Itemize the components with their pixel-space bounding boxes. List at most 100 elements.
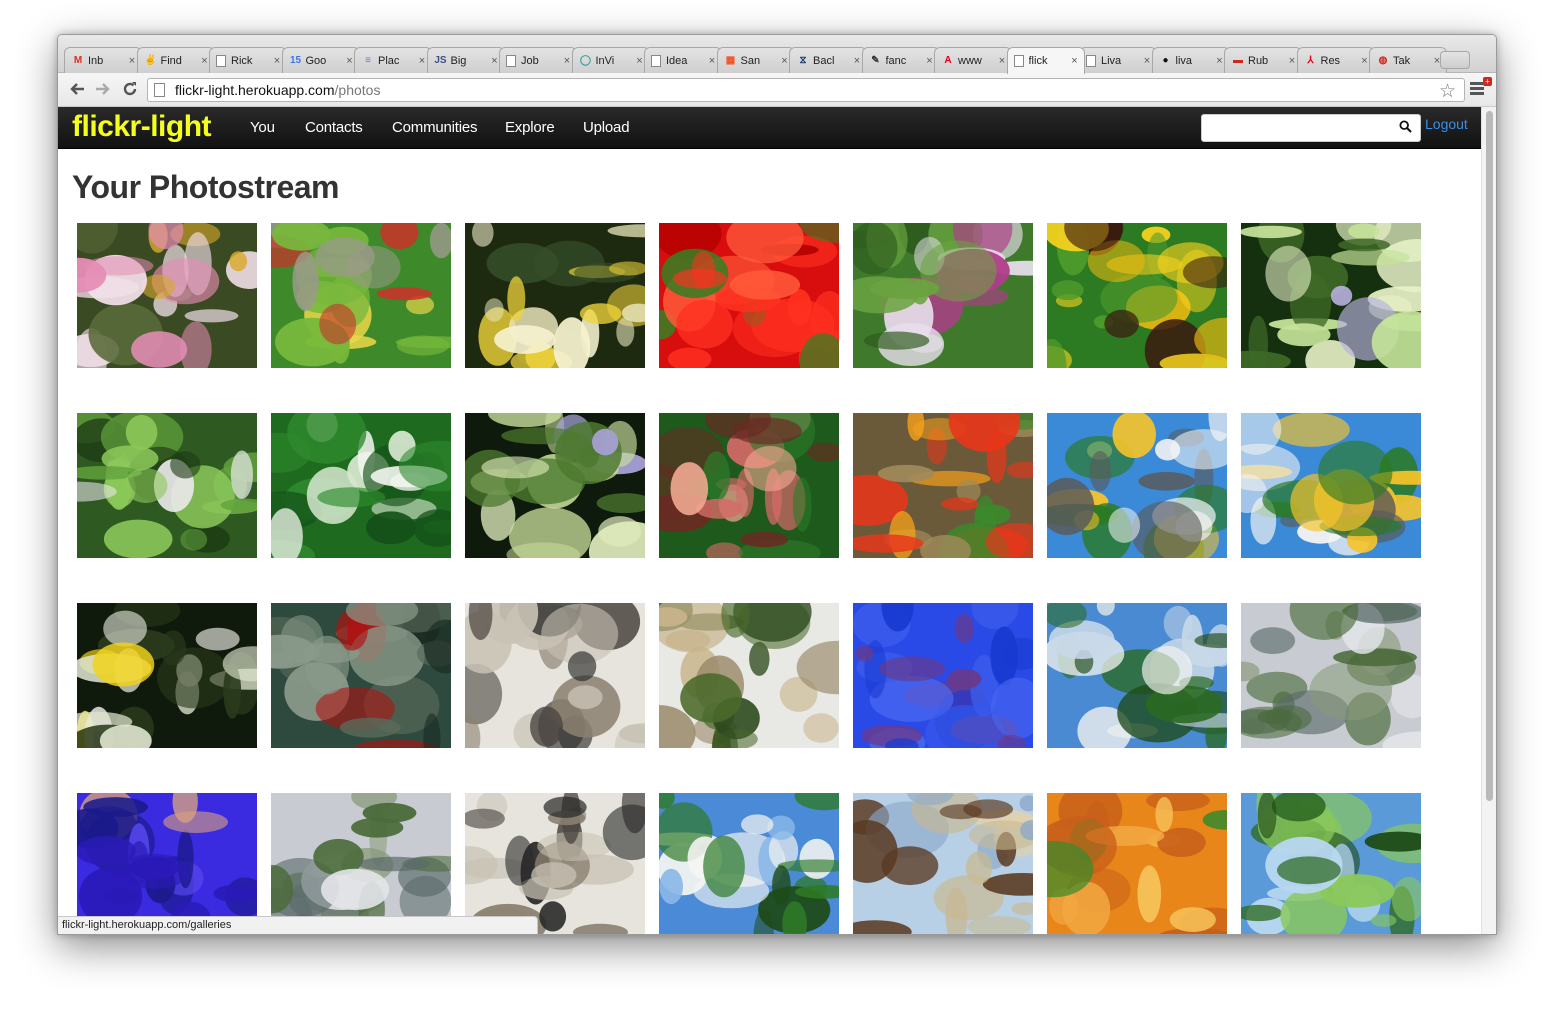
browser-menu-button[interactable]: +	[1470, 77, 1492, 100]
browser-tab[interactable]: ◍ Tak ×	[1369, 47, 1447, 73]
browser-tab[interactable]: JS Big ×	[426, 47, 505, 73]
brand-logo[interactable]: flickr-light	[72, 110, 212, 144]
photo-thumbnail[interactable]: white water lily	[77, 603, 257, 748]
photo-thumbnail[interactable]: orange wooden table and chairs	[1047, 793, 1227, 934]
address-bar[interactable]: flickr-light.herokuapp.com/photos ☆	[147, 78, 1465, 102]
photo-image: orange wooden table and chairs	[1047, 793, 1227, 934]
menu-bar-icon	[1470, 92, 1484, 95]
tab-label: InVi	[595, 54, 615, 67]
photo-thumbnail[interactable]: plumeria in front of hotel tower	[1241, 413, 1421, 558]
photo-image: cloudy mountain landscape	[1241, 603, 1421, 748]
new-tab-button[interactable]	[1440, 51, 1470, 69]
photo-thumbnail[interactable]: green and lavender hydrangea	[465, 413, 645, 558]
browser-tab[interactable]: ⅄ Res ×	[1296, 47, 1375, 73]
photo-thumbnail[interactable]: plumeria with palm leaves and sky	[1047, 603, 1227, 748]
browser-tab[interactable]: ▬ Rub ×	[1224, 47, 1302, 73]
close-tab-icon[interactable]: ×	[417, 55, 427, 67]
close-tab-icon[interactable]: ×	[490, 55, 500, 67]
close-tab-icon[interactable]: ×	[1070, 55, 1080, 67]
close-tab-icon[interactable]: ×	[707, 55, 717, 67]
close-tab-icon[interactable]: ×	[200, 55, 210, 67]
photo-thumbnail[interactable]: yellow black-eyed susan	[1047, 223, 1227, 368]
photo-thumbnail[interactable]: group photo in white room	[465, 603, 645, 748]
search-input[interactable]	[1208, 115, 1388, 141]
photo-thumbnail[interactable]: beach with lounge chairs	[853, 793, 1033, 934]
photo-thumbnail[interactable]: red sea urchin underwater	[271, 603, 451, 748]
scrollbar-thumb[interactable]	[1486, 111, 1493, 801]
close-tab-icon[interactable]: ×	[780, 55, 790, 67]
browser-tab[interactable]: Awww ×	[934, 47, 1012, 73]
browser-tab[interactable]: ✎ fanc ×	[861, 47, 940, 73]
browser-tab[interactable]: Job ×	[499, 47, 577, 73]
photo-thumbnail[interactable]: beach with trees and kayaks	[659, 603, 839, 748]
photo-image: plumeria against blue sky	[659, 793, 839, 934]
photo-thumbnail[interactable]: cloudy mountain landscape	[271, 793, 451, 934]
browser-tab[interactable]: flick ×	[1006, 47, 1085, 74]
vertical-scrollbar[interactable]	[1481, 107, 1496, 934]
close-tab-icon[interactable]: ×	[925, 55, 935, 67]
photo-thumbnail[interactable]: plumeria in front of hotel tower	[1047, 413, 1227, 558]
close-tab-icon[interactable]: ×	[1287, 55, 1297, 67]
back-button[interactable]	[66, 80, 88, 100]
bookmark-star-icon[interactable]: ☆	[1439, 80, 1456, 103]
reload-button[interactable]	[119, 80, 141, 100]
photo-image: hummingbird feeder with red and yellow g…	[271, 223, 451, 368]
nav-you[interactable]: You	[250, 119, 275, 136]
forward-button[interactable]	[92, 80, 114, 100]
browser-toolbar: flickr-light.herokuapp.com/photos ☆ +	[58, 73, 1496, 107]
browser-tab[interactable]: ◯ InVi ×	[571, 47, 650, 73]
photo-thumbnail[interactable]: purple and white spiky flowers	[853, 223, 1033, 368]
browser-tab[interactable]: Idea ×	[644, 47, 722, 73]
photo-thumbnail[interactable]: field of white and yellow daisies	[465, 223, 645, 368]
close-tab-icon[interactable]: ×	[345, 55, 355, 67]
photo-thumbnail[interactable]: bright red ixora flowers	[659, 223, 839, 368]
close-tab-icon[interactable]: ×	[1215, 55, 1225, 67]
photo-thumbnail[interactable]: group photo in white room	[465, 793, 645, 934]
photo-thumbnail[interactable]: palm trees over lawn	[1241, 793, 1421, 934]
browser-window: M Inb × ✌ Find × Rick × 15 Goo × ≡ Plac × JS Big × Job × ◯ I…	[57, 34, 1497, 935]
photo-thumbnail[interactable]: pale green hydrangea on dark leaves	[1241, 223, 1421, 368]
photo-thumbnail[interactable]: hummingbird feeder with red and yellow g…	[271, 223, 451, 368]
close-tab-icon[interactable]: ×	[852, 55, 862, 67]
browser-tab[interactable]: Rick ×	[209, 47, 287, 73]
browser-tab[interactable]: ⧖ Bacl ×	[789, 47, 867, 73]
nav-contacts[interactable]: Contacts	[305, 119, 363, 136]
photo-thumbnail[interactable]: red and orange gazania flowers	[853, 413, 1033, 558]
status-bar: flickr-light.herokuapp.com/galleries	[58, 916, 538, 934]
tab-label: Idea	[666, 54, 688, 67]
photo-thumbnail[interactable]: cloudy mountain landscape	[1241, 603, 1421, 748]
browser-tab[interactable]: ≡ Plac ×	[354, 47, 432, 73]
js-icon: JS	[434, 55, 447, 66]
nav-explore[interactable]: Explore	[505, 119, 555, 136]
browser-tab[interactable]: ✌ Find ×	[136, 47, 215, 73]
browser-tab[interactable]: ● liva ×	[1151, 47, 1230, 73]
browser-tab[interactable]: Liva ×	[1079, 47, 1157, 73]
tab-label: Res	[1320, 54, 1341, 67]
close-tab-icon[interactable]: ×	[562, 55, 572, 67]
close-tab-icon[interactable]: ×	[635, 55, 645, 67]
browser-tab[interactable]: ▦ San ×	[716, 47, 795, 73]
photo-thumbnail[interactable]: white bleeding heart flowers	[271, 413, 451, 558]
photo-thumbnail[interactable]: plumeria against blue sky	[659, 793, 839, 934]
photo-thumbnail[interactable]: garden with small white shed	[77, 413, 257, 558]
photo-thumbnail[interactable]: snorkeler in purple water	[77, 793, 257, 934]
browser-tab[interactable]: M Inb ×	[64, 47, 142, 73]
close-tab-icon[interactable]: ×	[127, 55, 137, 67]
close-tab-icon[interactable]: ×	[997, 55, 1007, 67]
nav-communities[interactable]: Communities	[392, 119, 478, 136]
close-tab-icon[interactable]: ×	[272, 55, 282, 67]
close-tab-icon[interactable]: ×	[1360, 55, 1370, 67]
page-icon	[506, 54, 516, 67]
page-icon	[1013, 55, 1024, 67]
photo-thumbnail[interactable]: fish in deep blue water	[853, 603, 1033, 748]
search-icon[interactable]	[1399, 120, 1412, 133]
photo-thumbnail[interactable]: pink lilies among grass	[659, 413, 839, 558]
close-tab-icon[interactable]: ×	[1142, 55, 1152, 67]
photo-image: green and lavender hydrangea	[465, 413, 645, 558]
logout-link[interactable]: Logout	[1425, 116, 1468, 132]
photo-image: plumeria with palm leaves and sky	[1047, 603, 1227, 748]
photo-thumbnail[interactable]: pink and white gazania daisies	[77, 223, 257, 368]
nav-upload[interactable]: Upload	[583, 119, 630, 136]
browser-tab[interactable]: 15 Goo ×	[281, 47, 360, 73]
photo-image: pink and white gazania daisies	[77, 223, 257, 368]
